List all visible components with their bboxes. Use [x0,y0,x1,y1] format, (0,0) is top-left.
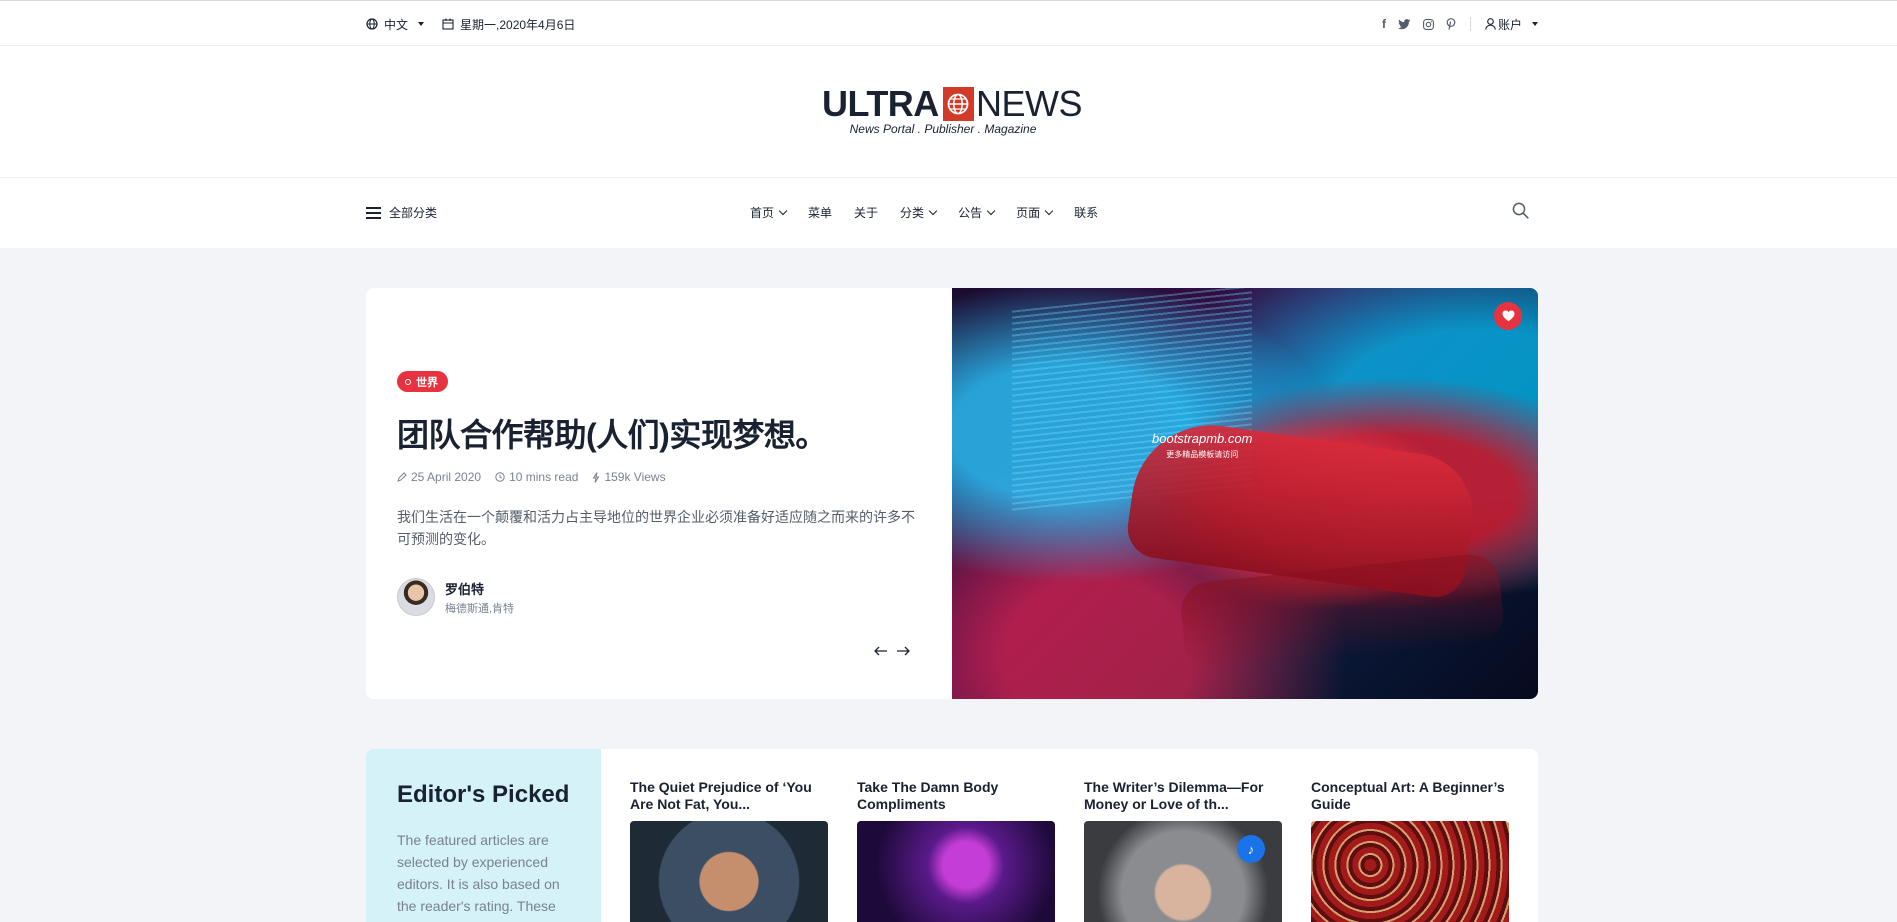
ring-icon [405,378,411,385]
nav-item-menu[interactable]: 菜单 [808,204,832,221]
card-title[interactable]: Take The Damn Body Compliments [857,779,1055,815]
search-button[interactable] [1512,202,1529,224]
pencil-icon [397,472,407,482]
article-meta: 25 April 2020 10 mins read 159k Views [397,470,666,484]
all-categories-label: 全部分类 [389,206,438,220]
card-title[interactable]: Conceptual Art: A Beginner’s Guide [1311,779,1509,815]
caret-down-icon [1532,22,1538,26]
logo-news-text: NEWS [976,83,1083,124]
section-title: Editor's Picked [397,781,570,808]
nav-item-label: 页面 [1016,206,1041,220]
main-navbar: 全部分类 首页 菜单 关于 分类 公告 页面 联系 [0,178,1897,248]
social-links: f [1382,17,1456,31]
hero-image-neon-car[interactable]: bootstrapmb.com 更多精品模板请访问 [952,288,1538,699]
heart-icon [1502,310,1514,322]
nav-item-pages[interactable]: 页面 [1016,204,1054,221]
logo-ultra-text: ULTRA [822,83,939,124]
arrow-left-icon[interactable] [874,646,888,656]
menu-icon [366,206,381,219]
caret-down-icon [418,22,425,26]
meta-read-time-label: 10 mins read [509,470,579,484]
nav-item-about[interactable]: 关于 [854,204,878,221]
image-car-reflection [1178,551,1506,675]
top-bar: 中文 星期一,2020年4月6日 f 账户 [0,0,1897,46]
all-categories-button[interactable]: 全部分类 [366,204,437,221]
favorite-button[interactable] [1494,302,1522,330]
nav-item-label: 公告 [958,206,983,220]
language-label: 中文 [384,17,409,32]
pinterest-icon[interactable] [1446,18,1456,30]
hero-text-panel: 世界 团队合作帮助(人们)实现梦想。 25 April 2020 10 mins… [366,288,952,699]
globe-icon [366,18,378,30]
search-icon [1512,202,1529,219]
meta-date-label: 25 April 2020 [411,470,482,484]
arrow-right-icon[interactable] [896,646,910,656]
article-excerpt: 我们生活在一个颠覆和活力占主导地位的世界企业必须准备好适应随之而来的许多不可预测… [397,509,915,547]
nav-item-home[interactable]: 首页 [750,204,788,221]
category-badge[interactable]: 世界 [397,371,448,392]
author-avatar [397,578,435,616]
nav-item-contact[interactable]: 联系 [1074,204,1098,221]
nav-menu: 首页 菜单 关于 分类 公告 页面 联系 [750,204,1120,221]
meta-read-time: 10 mins read [495,470,578,484]
picked-card[interactable]: The Writer’s Dilemma—For Money or Love o… [1084,779,1282,922]
nav-item-label: 联系 [1074,206,1099,220]
card-image[interactable] [630,821,828,922]
chevron-down-icon [986,206,996,215]
meta-views-label: 159k Views [604,470,666,484]
site-logo[interactable]: ULTRA NEWS News Portal . Publisher . Mag… [822,83,1083,144]
nav-item-label: 首页 [750,206,775,220]
logo-tagline: News Portal . Publisher . Magazine [849,122,1037,136]
divider [1469,17,1471,31]
date-display: 星期一,2020年4月6日 [442,16,575,33]
card-title[interactable]: The Writer’s Dilemma—For Money or Love o… [1084,779,1282,815]
hero-featured-article: 世界 团队合作帮助(人们)实现梦想。 25 April 2020 10 mins… [366,288,1538,699]
clock-icon [495,472,505,482]
globe-logo-icon [942,87,974,121]
meta-date: 25 April 2020 [397,470,481,484]
date-label: 星期一,2020年4月6日 [460,17,576,32]
category-badge-label: 世界 [416,376,438,389]
watermark-subtext: 更多精品模板请访问 [1166,450,1239,459]
facebook-icon[interactable]: f [1382,17,1386,31]
editors-picked-intro: Editor's Picked The featured articles ar… [366,749,601,922]
logo-header: ULTRA NEWS News Portal . Publisher . Mag… [0,46,1897,178]
section-description: The featured articles are selected by ex… [397,832,560,914]
card-image[interactable]: ♪ [1084,821,1282,922]
calendar-icon [442,18,454,30]
chevron-down-icon [1044,206,1054,215]
editors-picked-section: Editor's Picked The featured articles ar… [366,749,1538,922]
picked-cards: The Quiet Prejudice of ‘You Are Not Fat,… [630,779,1509,922]
picked-card[interactable]: The Quiet Prejudice of ‘You Are Not Fat,… [630,779,828,922]
card-image[interactable] [1311,821,1509,922]
picked-card[interactable]: Conceptual Art: A Beginner’s Guide [1311,779,1509,922]
article-title[interactable]: 团队合作帮助(人们)实现梦想。 [397,410,827,456]
author-block[interactable]: 罗伯特 梅德斯通,肯特 [397,578,514,616]
slider-controls [874,646,910,656]
chevron-down-icon [928,206,938,215]
bolt-icon [593,471,600,483]
nav-item-announcements[interactable]: 公告 [958,204,996,221]
instagram-icon[interactable] [1423,18,1434,30]
card-image[interactable] [857,821,1055,922]
nav-item-label: 菜单 [808,206,833,220]
account-menu[interactable]: 账户 [1485,16,1538,33]
twitter-icon[interactable] [1397,18,1411,30]
meta-views: 159k Views [592,470,666,484]
author-name: 罗伯特 [445,581,485,597]
nav-item-categories[interactable]: 分类 [900,204,938,221]
user-icon [1485,18,1496,30]
language-selector[interactable]: 中文 [366,16,425,33]
chevron-down-icon [778,206,788,215]
watermark-text: bootstrapmb.com [1152,431,1253,446]
author-location: 梅德斯通,肯特 [445,602,515,615]
nav-item-label: 分类 [900,206,925,220]
picked-card[interactable]: Take The Damn Body Compliments [857,779,1055,922]
music-note-icon[interactable]: ♪ [1237,835,1265,863]
image-watermark: bootstrapmb.com 更多精品模板请访问 [1152,432,1252,462]
nav-item-label: 关于 [854,206,879,220]
account-label: 账户 [1497,17,1522,32]
card-title[interactable]: The Quiet Prejudice of ‘You Are Not Fat,… [630,779,828,815]
